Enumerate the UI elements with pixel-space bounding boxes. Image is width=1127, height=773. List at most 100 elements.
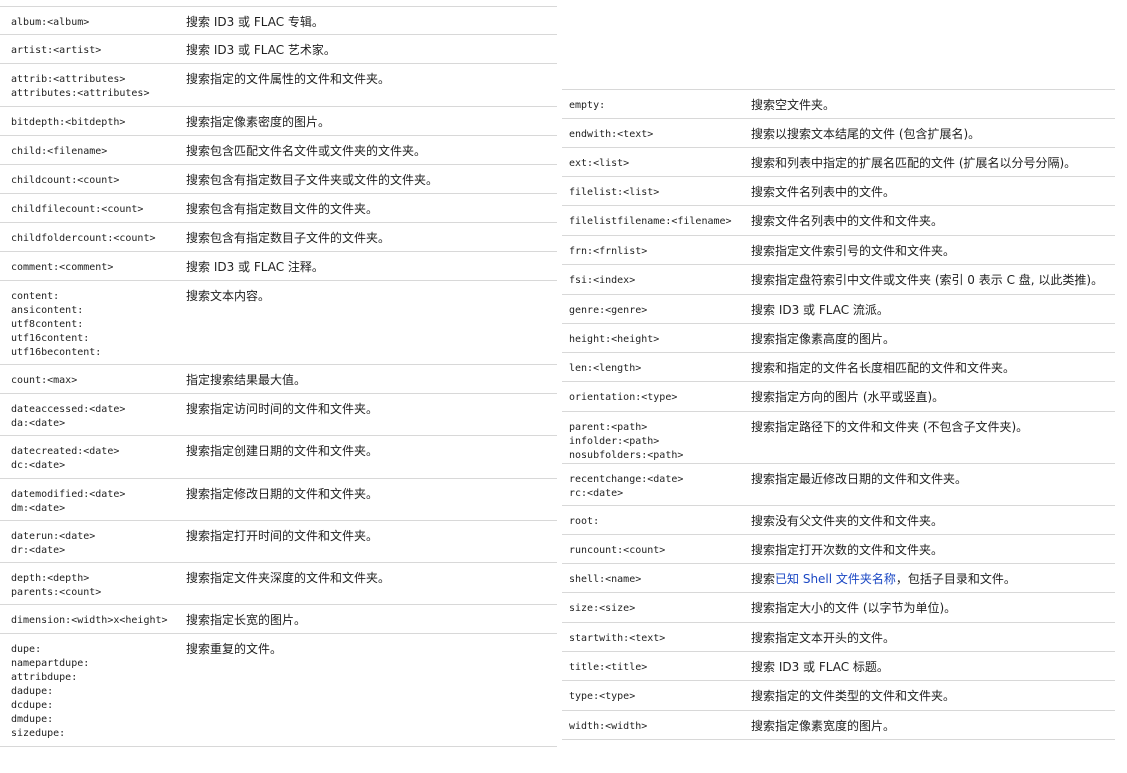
syntax-keyword-cell: album:<album> (0, 7, 186, 35)
table-row: parent:<path> infolder:<path> nosubfolders… (562, 412, 1115, 464)
table-row: fsi:<index> 搜索指定盘符索引中文件或文件夹 (索引 0 表示 C 盘,… (562, 265, 1115, 295)
syntax-keyword: content: (11, 291, 60, 302)
table-row: shell:<name> 搜索已知 Shell 文件夹名称，包括子目录和文件。 (562, 564, 1115, 593)
table-row: comment:<comment> 搜索 ID3 或 FLAC 注释。 (0, 252, 557, 281)
syntax-keyword: utf16content: (11, 333, 90, 344)
syntax-keyword: title:<title> (569, 662, 648, 673)
table-row: datemodified:<date> dm:<date> 搜索指定修改日期的文件和… (0, 479, 557, 521)
syntax-keyword: attributes:<attributes> (11, 88, 150, 99)
syntax-description-cell: 搜索包含匹配文件名文件或文件夹的文件夹。 (186, 136, 557, 165)
syntax-keyword-cell: width:<width> (562, 711, 751, 740)
syntax-keyword: dimension:<width>x<height> (11, 615, 168, 626)
syntax-keyword: dc:<date> (11, 460, 66, 471)
table-row: title:<title> 搜索 ID3 或 FLAC 标题。 (562, 652, 1115, 681)
syntax-keyword: filelist:<list> (569, 187, 660, 198)
syntax-keyword-cell: daterun:<date> dr:<date> (0, 521, 186, 563)
syntax-description-cell: 搜索文件名列表中的文件。 (751, 177, 1115, 206)
syntax-description: 搜索包含有指定数目文件的文件夹。 (186, 202, 379, 216)
syntax-description-cell: 搜索 ID3 或 FLAC 专辑。 (186, 7, 557, 35)
syntax-keyword: height:<height> (569, 334, 660, 345)
syntax-keyword-cell: endwith:<text> (562, 119, 751, 148)
syntax-description-cell: 搜索文本内容。 (186, 281, 557, 365)
syntax-keyword-cell: comment:<comment> (0, 252, 186, 281)
syntax-description: 搜索包含有指定数目子文件的文件夹。 (186, 231, 391, 245)
syntax-keyword-cell: ext:<list> (562, 148, 751, 177)
syntax-keyword: sizedupe: (11, 728, 66, 739)
syntax-description-cell: 搜索指定的文件属性的文件和文件夹。 (186, 64, 557, 107)
search-syntax-table-left: album:<album> 搜索 ID3 或 FLAC 专辑。 artist:<ar… (0, 6, 557, 747)
table-row: child:<filename> 搜索包含匹配文件名文件或文件夹的文件夹。 (0, 136, 557, 165)
syntax-keyword-cell: fsi:<index> (562, 265, 751, 295)
syntax-description: 搜索指定方向的图片 (水平或竖直)。 (751, 390, 945, 404)
syntax-description: 搜索指定的文件属性的文件和文件夹。 (186, 72, 391, 86)
syntax-keyword: datecreated:<date> (11, 446, 120, 457)
syntax-keyword: dr:<date> (11, 545, 66, 556)
table-row: recentchange:<date> rc:<date> 搜索指定最近修改日期的文… (562, 464, 1115, 506)
table-row: startwith:<text> 搜索指定文本开头的文件。 (562, 623, 1115, 652)
syntax-keyword: artist:<artist> (11, 45, 102, 56)
syntax-keyword: endwith:<text> (569, 129, 654, 140)
syntax-keyword: fsi:<index> (569, 275, 636, 286)
syntax-keyword: rc:<date> (569, 488, 624, 499)
syntax-keyword: namepartdupe: (11, 658, 90, 669)
syntax-description: 搜索 ID3 或 FLAC 标题。 (751, 660, 889, 674)
syntax-keyword: orientation:<type> (569, 392, 678, 403)
syntax-keyword: utf8content: (11, 319, 84, 330)
syntax-keyword-cell: parent:<path> infolder:<path> nosubfolders… (562, 412, 751, 464)
syntax-keyword-cell: depth:<depth> parents:<count> (0, 563, 186, 605)
syntax-description-cell: 搜索指定修改日期的文件和文件夹。 (186, 479, 557, 521)
syntax-keyword-cell: frn:<frnlist> (562, 236, 751, 265)
syntax-description-cell: 搜索文件名列表中的文件和文件夹。 (751, 206, 1115, 236)
syntax-keyword-cell: artist:<artist> (0, 35, 186, 64)
syntax-keyword: album:<album> (11, 17, 90, 28)
table-row: len:<length> 搜索和指定的文件名长度相匹配的文件和文件夹。 (562, 353, 1115, 382)
table-row: genre:<genre> 搜索 ID3 或 FLAC 流派。 (562, 295, 1115, 324)
syntax-keyword-cell: dupe: namepartdupe: attribdupe: dadupe: dcdu… (0, 634, 186, 747)
syntax-description-cell: 指定搜索结果最大值。 (186, 365, 557, 394)
syntax-description-cell: 搜索指定打开时间的文件和文件夹。 (186, 521, 557, 563)
syntax-description-cell: 搜索和列表中指定的扩展名匹配的文件 (扩展名以分号分隔)。 (751, 148, 1115, 177)
syntax-description: 搜索 ID3 或 FLAC 注释。 (186, 260, 324, 274)
syntax-description-cell: 搜索已知 Shell 文件夹名称，包括子目录和文件。 (751, 564, 1115, 593)
syntax-keyword: childfilecount:<count> (11, 204, 144, 215)
table-row: artist:<artist> 搜索 ID3 或 FLAC 艺术家。 (0, 35, 557, 64)
syntax-description: 搜索指定像素高度的图片。 (751, 332, 896, 346)
syntax-description-cell: 搜索包含有指定数目子文件的文件夹。 (186, 223, 557, 252)
syntax-description: 搜索 ID3 或 FLAC 专辑。 (186, 15, 324, 29)
table-row: ext:<list> 搜索和列表中指定的扩展名匹配的文件 (扩展名以分号分隔)。 (562, 148, 1115, 177)
syntax-description: 搜索指定文件夹深度的文件和文件夹。 (186, 571, 391, 585)
syntax-description-cell: 搜索指定盘符索引中文件或文件夹 (索引 0 表示 C 盘, 以此类推)。 (751, 265, 1115, 295)
syntax-description: 搜索文件名列表中的文件和文件夹。 (751, 214, 944, 228)
search-syntax-table-right: empty: 搜索空文件夹。 endwith:<text> 搜索以搜索文本结尾的文件 … (562, 89, 1115, 740)
shell-folder-names-link[interactable]: 已知 Shell 文件夹名称 (775, 572, 896, 586)
syntax-keyword: filelistfilename:<filename> (569, 216, 732, 227)
syntax-keyword-cell: filelistfilename:<filename> (562, 206, 751, 236)
syntax-keyword-cell: datecreated:<date> dc:<date> (0, 436, 186, 479)
syntax-description: 搜索指定修改日期的文件和文件夹。 (186, 487, 379, 501)
syntax-description-cell: 搜索空文件夹。 (751, 90, 1115, 119)
syntax-keyword: depth:<depth> (11, 573, 90, 584)
syntax-description: 搜索没有父文件夹的文件和文件夹。 (751, 514, 944, 528)
syntax-keyword-cell: recentchange:<date> rc:<date> (562, 464, 751, 506)
syntax-description-cell: 搜索 ID3 或 FLAC 流派。 (751, 295, 1115, 324)
syntax-description: 搜索 ID3 或 FLAC 艺术家。 (186, 43, 336, 57)
syntax-keyword-cell: title:<title> (562, 652, 751, 681)
syntax-description: 搜索重复的文件。 (186, 642, 283, 656)
syntax-keyword-cell: startwith:<text> (562, 623, 751, 652)
syntax-keyword-cell: datemodified:<date> dm:<date> (0, 479, 186, 521)
syntax-description: 搜索文本内容。 (186, 289, 271, 303)
syntax-keyword: nosubfolders:<path> (569, 450, 684, 461)
syntax-keyword: attrib:<attributes> (11, 74, 126, 85)
left-rows: album:<album> 搜索 ID3 或 FLAC 专辑。 artist:<ar… (0, 6, 557, 747)
table-row: depth:<depth> parents:<count> 搜索指定文件夹深度的文件… (0, 563, 557, 605)
table-row: endwith:<text> 搜索以搜索文本结尾的文件 (包含扩展名)。 (562, 119, 1115, 148)
syntax-description: 搜索 ID3 或 FLAC 流派。 (751, 303, 889, 317)
table-row: type:<type> 搜索指定的文件类型的文件和文件夹。 (562, 681, 1115, 711)
syntax-description: 搜索指定像素宽度的图片。 (751, 719, 896, 733)
syntax-description-cell: 搜索指定像素宽度的图片。 (751, 711, 1115, 740)
syntax-keyword-cell: height:<height> (562, 324, 751, 353)
syntax-description-cell: 搜索包含有指定数目文件的文件夹。 (186, 194, 557, 223)
syntax-description-cell: 搜索 ID3 或 FLAC 标题。 (751, 652, 1115, 681)
syntax-keyword: dateaccessed:<date> (11, 404, 126, 415)
table-row: filelist:<list> 搜索文件名列表中的文件。 (562, 177, 1115, 206)
